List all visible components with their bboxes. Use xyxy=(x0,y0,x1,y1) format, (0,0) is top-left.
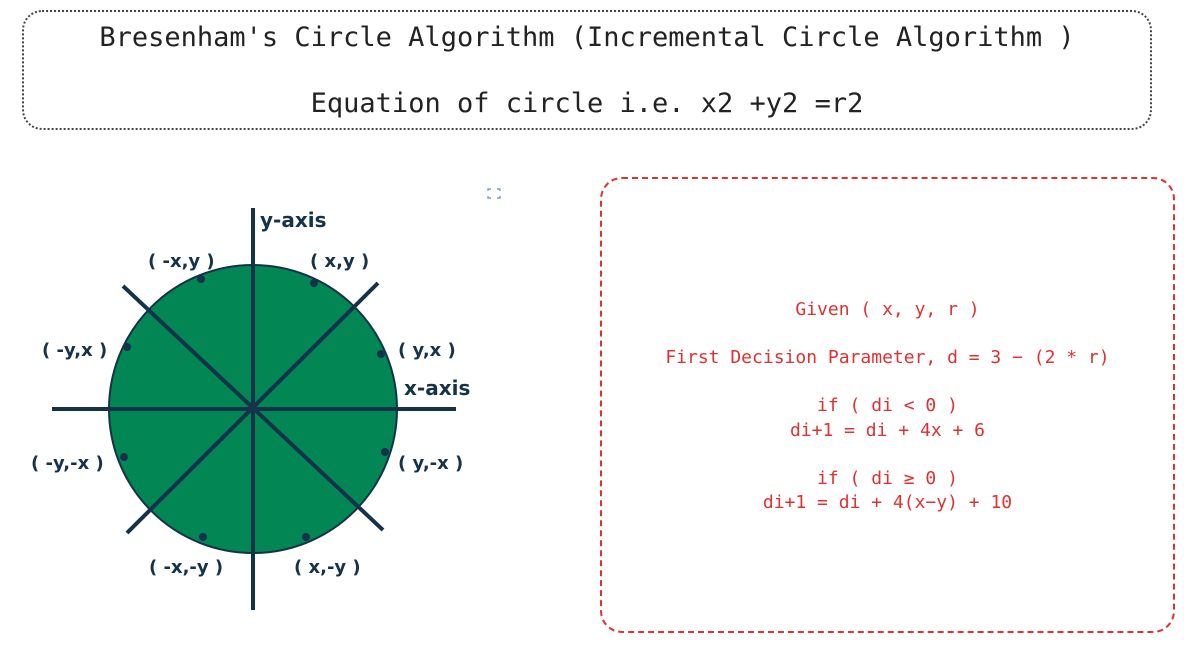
point-y-negx xyxy=(381,448,389,456)
point-x-y xyxy=(310,279,318,287)
given-text: Given ( x, y, r ) xyxy=(795,299,980,320)
expand-icon[interactable] xyxy=(486,188,502,200)
page-title: Bresenham's Circle Algorithm (Incrementa… xyxy=(99,22,1075,53)
y-axis-label: y-axis xyxy=(260,208,327,232)
x-axis-label: x-axis xyxy=(404,376,470,400)
circle-equation: Equation of circle i.e. x2 +y2 =r2 xyxy=(310,88,864,119)
label-x-negy: ( x,-y ) xyxy=(294,557,361,578)
label-y-x: ( y,x ) xyxy=(398,340,456,361)
label-negy-negx: ( -y,-x ) xyxy=(31,453,104,474)
center-point xyxy=(249,405,257,413)
point-negy-negx xyxy=(120,453,128,461)
condition-non-negative: if ( di ≥ 0 ) xyxy=(817,468,958,489)
update-non-negative: di+1 = di + 4(x−y) + 10 xyxy=(762,492,1013,513)
first-decision-parameter: First Decision Parameter, d = 3 − (2 * r… xyxy=(665,347,1110,368)
condition-negative: if ( di < 0 ) xyxy=(817,395,958,416)
update-negative: di+1 = di + 4x + 6 xyxy=(789,420,986,441)
label-negx-y: ( -x,y ) xyxy=(148,251,215,272)
octant-symmetry-diagram: y-axis x-axis ( x,y ) ( y,x ) ( y,-x ) (… xyxy=(31,208,470,610)
point-x-negy xyxy=(302,533,310,541)
label-x-y: ( x,y ) xyxy=(310,251,369,272)
label-y-negx: ( y,-x ) xyxy=(398,453,463,474)
point-negx-negy xyxy=(199,533,207,541)
label-negy-x: ( -y,x ) xyxy=(42,340,107,361)
point-negy-x xyxy=(123,343,131,351)
header-box: Bresenham's Circle Algorithm (Incrementa… xyxy=(22,10,1152,130)
decision-rules-box: Given ( x, y, r ) First Decision Paramet… xyxy=(600,177,1175,633)
point-y-x xyxy=(377,350,385,358)
label-negx-negy: ( -x,-y ) xyxy=(149,557,223,578)
point-negx-y xyxy=(197,275,205,283)
